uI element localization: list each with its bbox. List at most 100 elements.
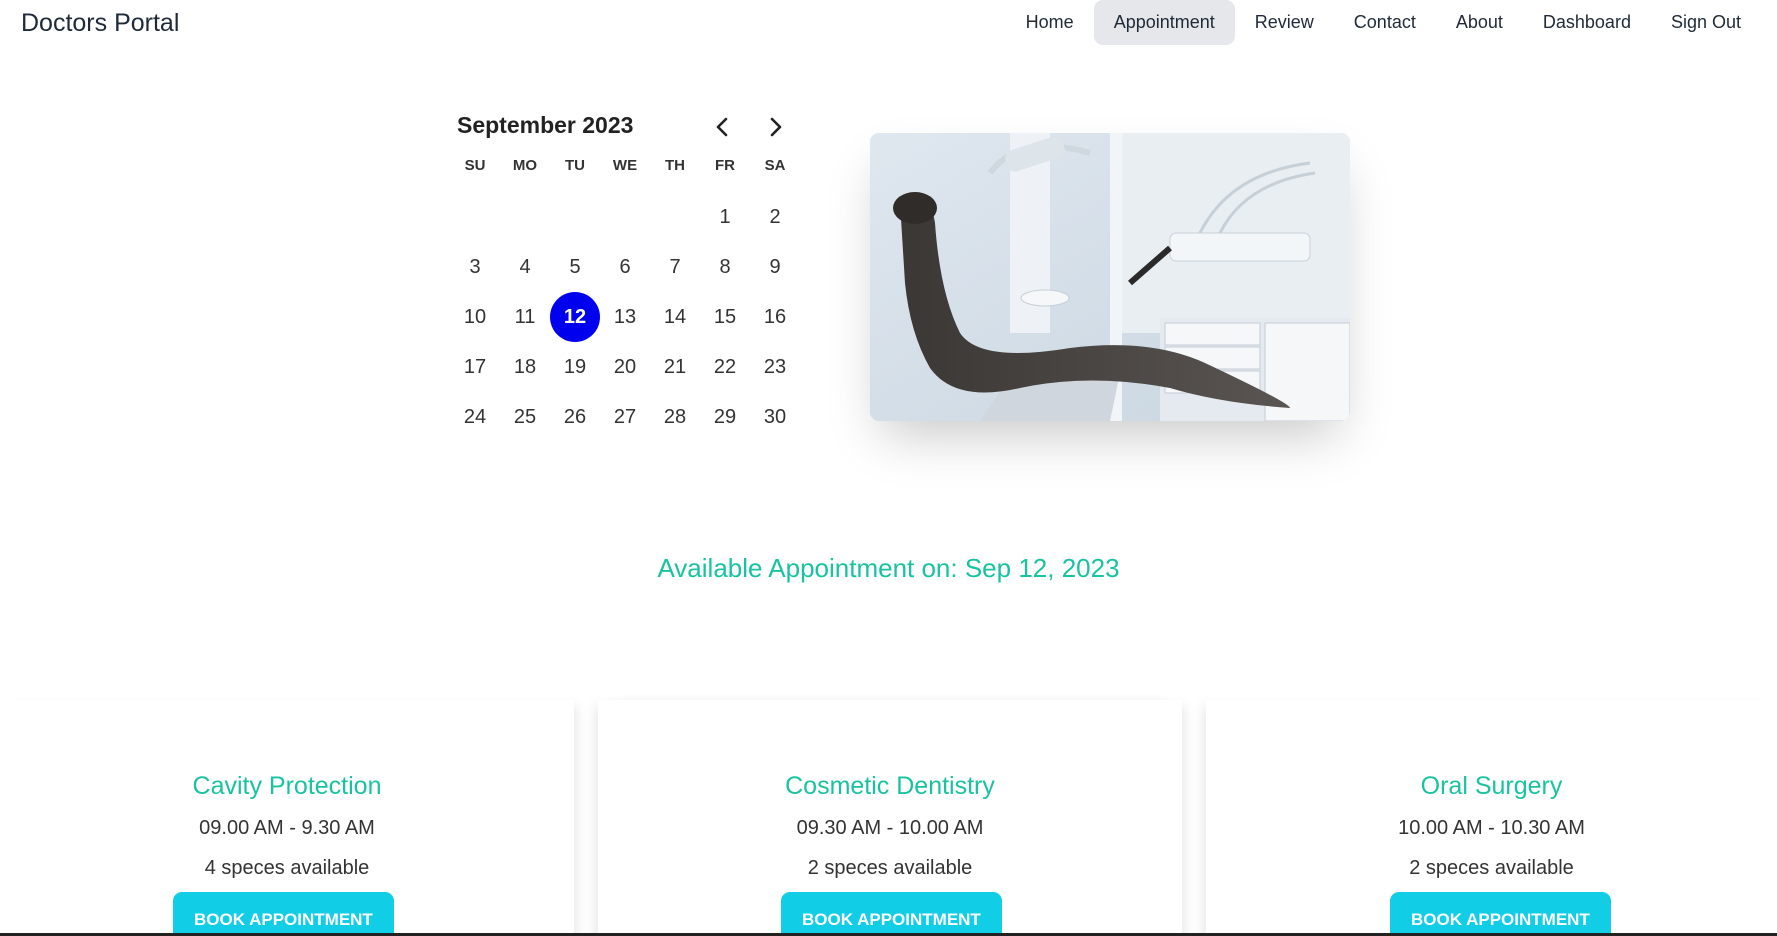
available-appointment-heading: Available Appointment on: Sep 12, 2023 xyxy=(657,553,1120,583)
dental-chair-image xyxy=(870,133,1350,421)
service-title: Oral Surgery xyxy=(1420,772,1563,800)
weekday-header: TU xyxy=(565,157,585,174)
calendar-day-label: 29 xyxy=(713,406,737,428)
nav-item-home[interactable]: Home xyxy=(1006,0,1094,45)
calendar-day-label: 13 xyxy=(613,306,637,328)
calendar-day[interactable]: 15 xyxy=(700,292,750,342)
calendar-day-label: 23 xyxy=(763,356,787,378)
calendar-empty-cell xyxy=(650,192,700,242)
previous-month-button[interactable] xyxy=(706,110,740,144)
calendar-day[interactable]: 19 xyxy=(550,342,600,392)
calendar-day-label: 19 xyxy=(563,356,587,378)
calendar-day[interactable]: 16 xyxy=(750,292,800,342)
calendar-empty-cell xyxy=(500,192,550,242)
book-appointment-button[interactable]: BOOK APPOINTMENT xyxy=(173,892,394,936)
service-title: Cosmetic Dentistry xyxy=(785,772,995,800)
calendar-day[interactable]: 10 xyxy=(450,292,500,342)
calendar-grid: SU MO TU WE TH FR SA 1 2 3 4 5 6 7 8 9 10 11 12 13 14 15 16 17 1… xyxy=(450,152,800,442)
nav-item-about[interactable]: About xyxy=(1436,0,1523,45)
calendar-day[interactable]: 22 xyxy=(700,342,750,392)
calendar-day[interactable]: 9 xyxy=(750,242,800,292)
nav-item-review[interactable]: Review xyxy=(1235,0,1334,45)
weekday-header: FR xyxy=(715,157,735,174)
dental-chair-photo xyxy=(870,133,1350,421)
brand-logo-text[interactable]: Doctors Portal xyxy=(21,9,179,38)
calendar-day[interactable]: 20 xyxy=(600,342,650,392)
calendar-day-label: 17 xyxy=(463,356,487,378)
calendar-day-label: 26 xyxy=(563,406,587,428)
next-month-button[interactable] xyxy=(758,110,792,144)
nav-item-appointment[interactable]: Appointment xyxy=(1093,0,1235,45)
calendar-day-label: 7 xyxy=(669,256,681,278)
calendar-day-label: 14 xyxy=(663,306,687,328)
calendar-day[interactable]: 25 xyxy=(500,392,550,442)
calendar-day[interactable]: 2 xyxy=(750,192,800,242)
chevron-left-icon xyxy=(716,117,728,137)
nav-item-contact[interactable]: Contact xyxy=(1334,0,1436,45)
service-card: Cosmetic Dentistry 09.30 AM - 10.00 AM 2… xyxy=(598,700,1182,936)
weekday-header: MO xyxy=(512,157,538,174)
calendar-day-label: 21 xyxy=(663,356,687,378)
calendar-day-label: 5 xyxy=(569,256,581,278)
calendar-day[interactable]: 23 xyxy=(750,342,800,392)
calendar-day[interactable]: 14 xyxy=(650,292,700,342)
services-list: Cavity Protection 09.00 AM - 9.30 AM 4 s… xyxy=(0,700,1777,936)
calendar-day-selected[interactable]: 12 xyxy=(550,292,600,342)
calendar-day[interactable]: 30 xyxy=(750,392,800,442)
navbar: Doctors Portal Home Appointment Review C… xyxy=(0,0,1777,48)
book-appointment-button[interactable]: BOOK APPOINTMENT xyxy=(1390,892,1611,936)
calendar-empty-cell xyxy=(600,192,650,242)
calendar-day-label: 27 xyxy=(613,406,637,428)
calendar-day[interactable]: 18 xyxy=(500,342,550,392)
calendar-day[interactable]: 24 xyxy=(450,392,500,442)
calendar-day-label: 30 xyxy=(763,406,787,428)
service-title: Cavity Protection xyxy=(192,772,382,800)
chevron-right-icon xyxy=(770,117,782,137)
calendar-day-label: 4 xyxy=(519,256,531,278)
nav-item-sign-out[interactable]: Sign Out xyxy=(1651,0,1761,45)
calendar-day[interactable]: 21 xyxy=(650,342,700,392)
calendar-day-label: 28 xyxy=(663,406,687,428)
weekday-header: TH xyxy=(665,157,685,174)
book-appointment-button[interactable]: BOOK APPOINTMENT xyxy=(781,892,1002,936)
calendar-day[interactable]: 26 xyxy=(550,392,600,442)
weekday-header: WE xyxy=(612,157,638,174)
calendar-month-title: September 2023 xyxy=(457,112,634,138)
service-spaces: 2 speces available xyxy=(1409,857,1574,879)
calendar-day-label: 2 xyxy=(769,206,781,228)
service-card: Cavity Protection 09.00 AM - 9.30 AM 4 s… xyxy=(0,700,574,936)
calendar-day-label: 11 xyxy=(514,306,536,328)
calendar-day-label: 24 xyxy=(463,406,487,428)
calendar-day[interactable]: 11 xyxy=(500,292,550,342)
calendar-day-label: 12 xyxy=(550,292,600,342)
calendar-day[interactable]: 3 xyxy=(450,242,500,292)
calendar-day-label: 20 xyxy=(613,356,637,378)
calendar-day-label: 8 xyxy=(719,256,731,278)
calendar-day[interactable]: 8 xyxy=(700,242,750,292)
nav-menu: Home Appointment Review Contact About Da… xyxy=(1006,0,1761,45)
calendar-day[interactable]: 27 xyxy=(600,392,650,442)
nav-item-dashboard[interactable]: Dashboard xyxy=(1523,0,1651,45)
calendar-empty-cell xyxy=(550,192,600,242)
calendar-day[interactable]: 5 xyxy=(550,242,600,292)
calendar-empty-cell xyxy=(450,192,500,242)
calendar-day-label: 15 xyxy=(713,306,737,328)
service-time: 09.00 AM - 9.30 AM xyxy=(199,817,375,839)
calendar-day[interactable]: 1 xyxy=(700,192,750,242)
calendar-day-label: 10 xyxy=(463,306,487,328)
calendar-day[interactable]: 17 xyxy=(450,342,500,392)
calendar-day[interactable]: 29 xyxy=(700,392,750,442)
weekday-header: SA xyxy=(764,157,786,174)
calendar-day[interactable]: 6 xyxy=(600,242,650,292)
calendar-day-label: 9 xyxy=(769,256,781,278)
calendar-day[interactable]: 4 xyxy=(500,242,550,292)
calendar-day[interactable]: 13 xyxy=(600,292,650,342)
service-time: 09.30 AM - 10.00 AM xyxy=(796,817,984,839)
calendar-day-label: 1 xyxy=(719,206,731,228)
calendar-day[interactable]: 28 xyxy=(650,392,700,442)
calendar-day-label: 16 xyxy=(763,306,787,328)
service-time: 10.00 AM - 10.30 AM xyxy=(1398,817,1585,839)
service-spaces: 4 speces available xyxy=(204,857,370,879)
calendar-header: September 2023 xyxy=(450,104,800,152)
calendar-day[interactable]: 7 xyxy=(650,242,700,292)
